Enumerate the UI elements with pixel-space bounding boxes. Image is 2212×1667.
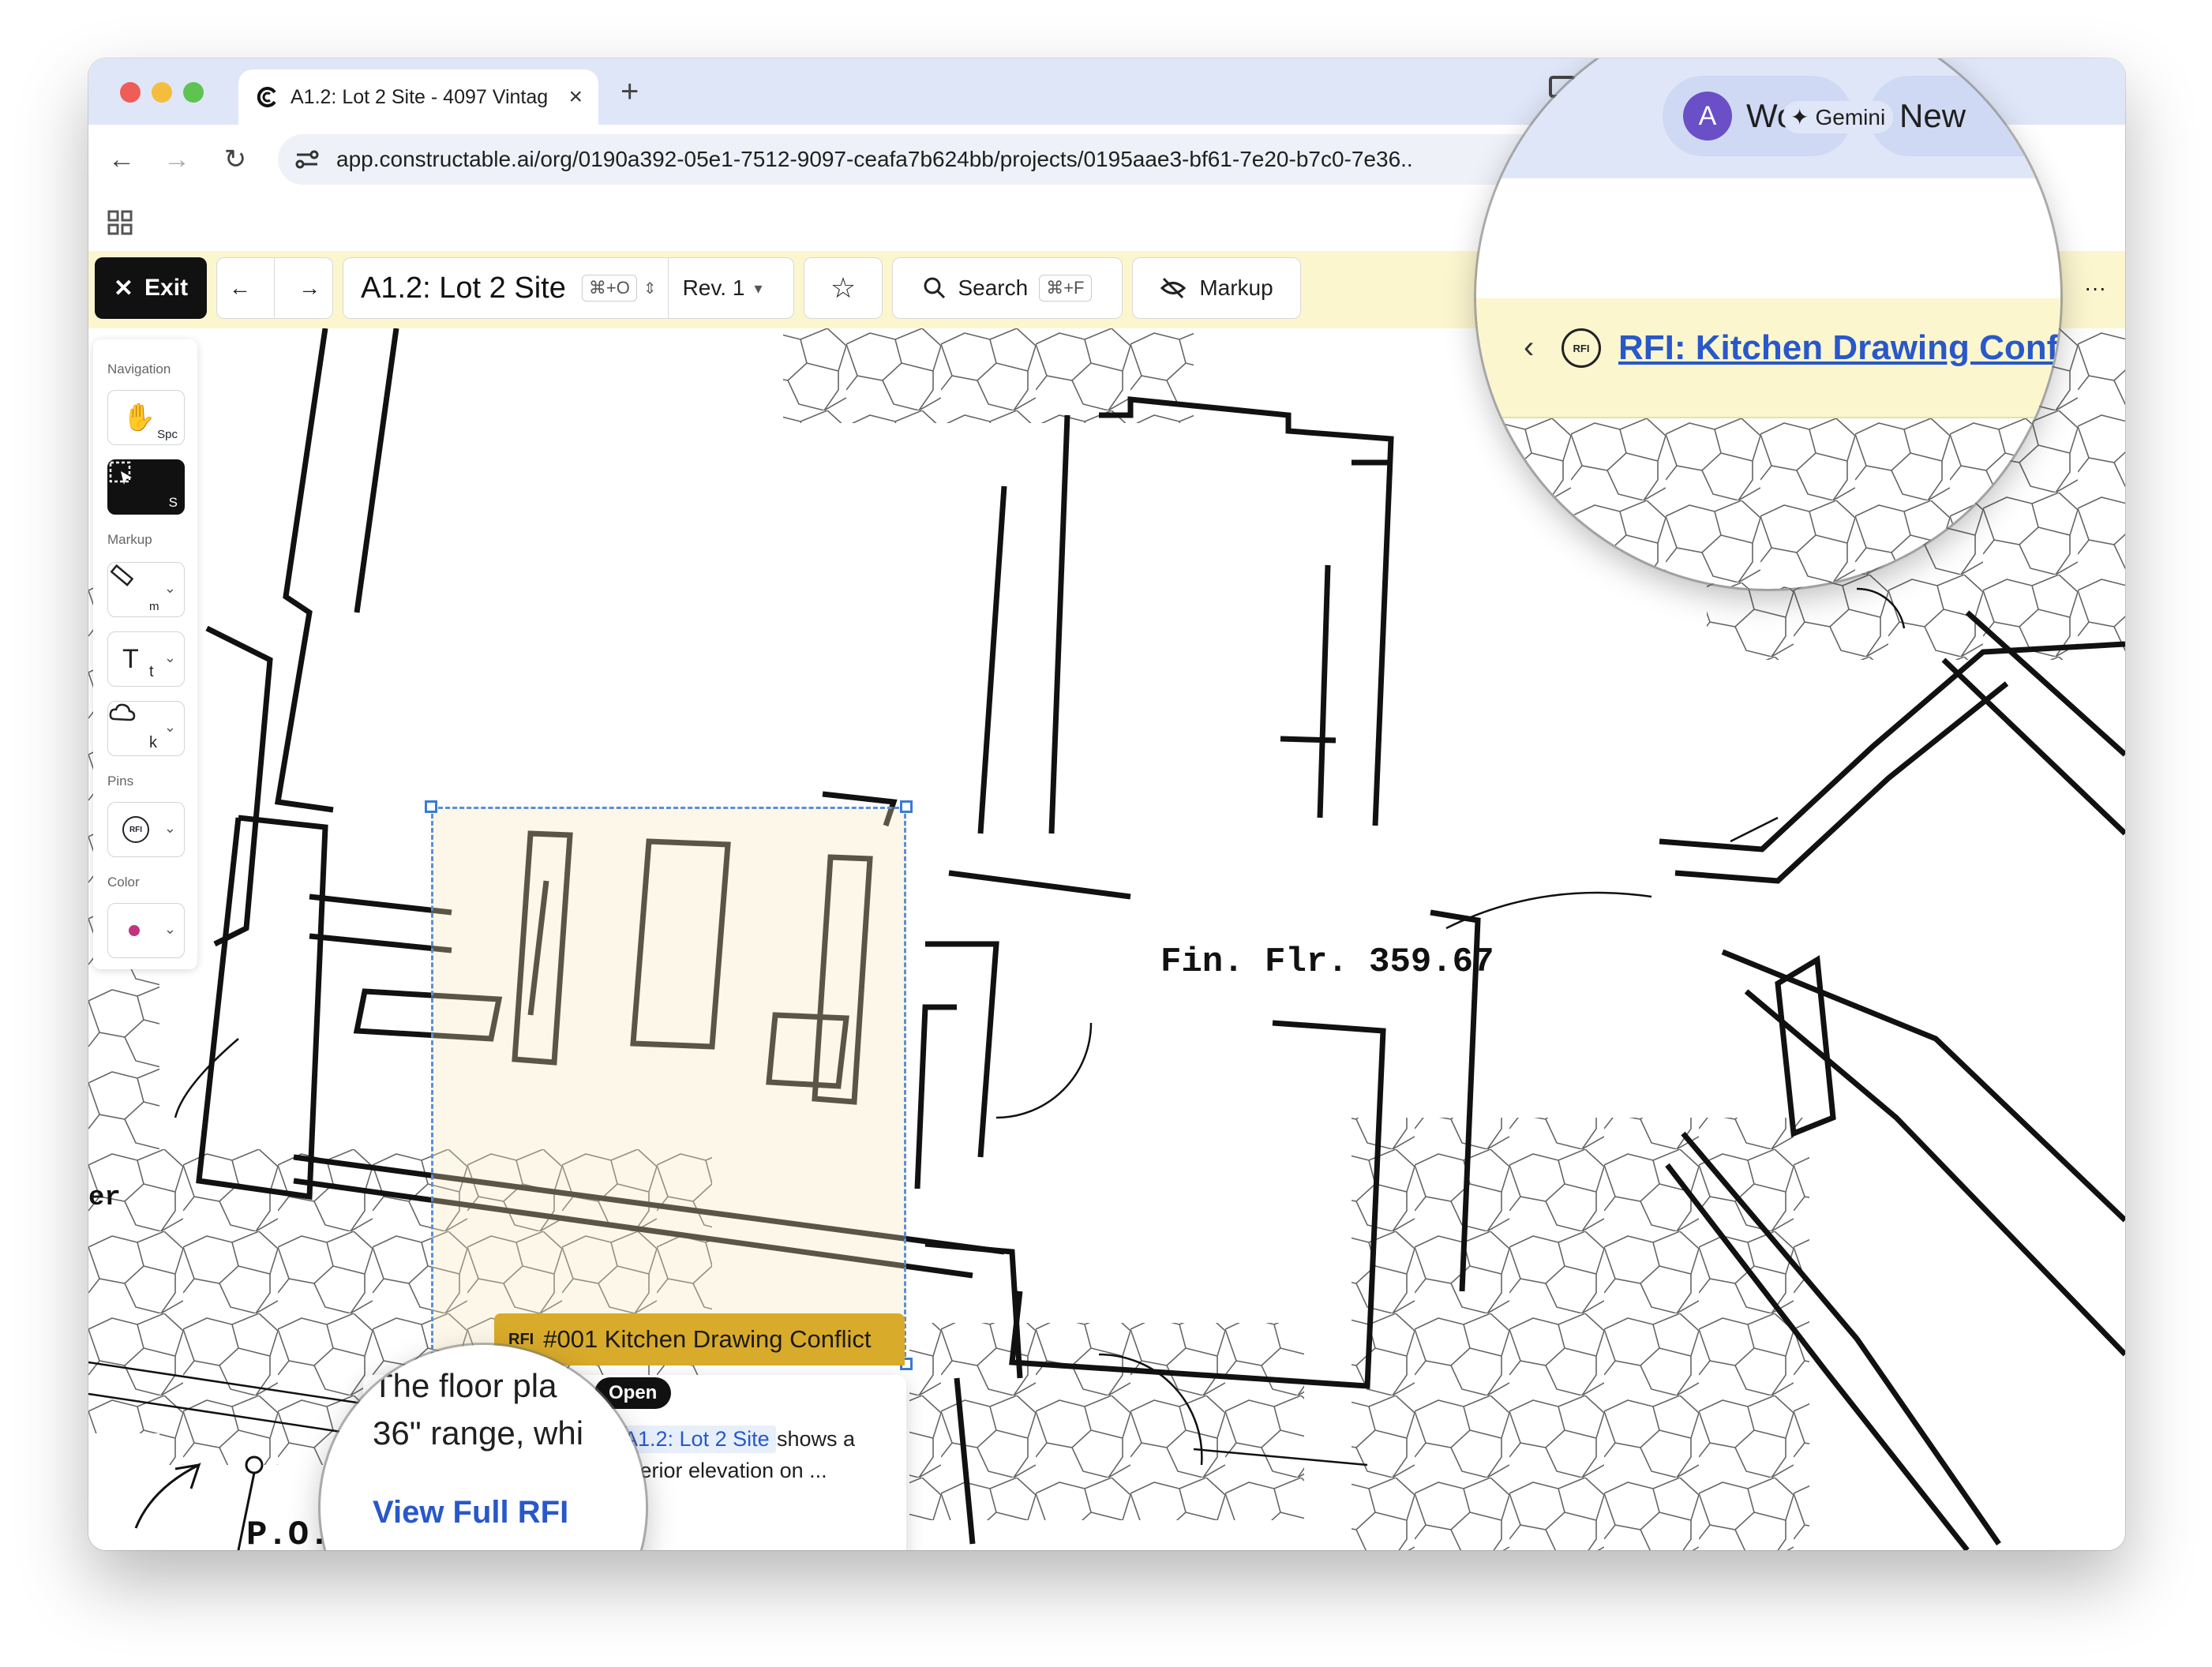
zoom-text-line1: The floor pla <box>373 1367 557 1404</box>
resize-handle[interactable] <box>425 800 437 813</box>
rfi-text-line3: interior elevation on ... <box>617 1459 827 1482</box>
forward-icon[interactable]: → <box>155 137 199 182</box>
browser-window: A1.2: Lot 2 Site - 4097 Vintag × + ← → ↻… <box>88 58 2125 1550</box>
sparkle-icon: ✦ <box>1790 105 1809 129</box>
revision-select[interactable]: Rev. 1 <box>683 275 745 301</box>
favorite-button[interactable]: ☆ <box>804 257 883 319</box>
ruler-icon <box>110 564 133 586</box>
color-swatch <box>129 925 140 936</box>
pins-section-label: Pins <box>107 774 134 789</box>
zoom-view-full-rfi[interactable]: View Full RFI <box>373 1495 568 1530</box>
pan-shortcut: Spc <box>157 428 178 441</box>
magnified-pavers <box>1476 418 2060 589</box>
rfi-pin-button[interactable]: RFI ⌄ <box>107 802 185 857</box>
constructable-favicon-icon <box>257 87 276 107</box>
pan-tool-button[interactable]: ✋ Spc <box>107 390 185 445</box>
resize-handle[interactable] <box>900 800 913 813</box>
url-text: app.constructable.ai/org/0190a392-05e1-7… <box>336 147 1413 171</box>
search-icon <box>924 277 946 299</box>
magnifier-popup-zoom: The floor pla 36" range, whi View Full R… <box>321 1345 646 1550</box>
rfi-text-shows: shows a <box>777 1427 856 1451</box>
measure-tool-button[interactable]: m ⌄ <box>107 562 185 617</box>
text-icon: T <box>122 643 139 674</box>
tab-title: A1.2: Lot 2 Site - 4097 Vintag <box>291 85 549 108</box>
next-sheet-icon[interactable]: → <box>298 275 321 301</box>
markup-section-label: Markup <box>107 532 152 547</box>
browser-tab-active[interactable]: A1.2: Lot 2 Site - 4097 Vintag × <box>238 69 598 125</box>
apps-grid-icon[interactable] <box>107 210 133 235</box>
color-picker-button[interactable]: ⌄ <box>107 903 185 958</box>
site-settings-icon[interactable] <box>294 146 321 173</box>
sheet-shortcut: ⌘+O <box>581 275 637 302</box>
avatar: A <box>1683 92 1732 140</box>
partial-label: er <box>88 1183 121 1213</box>
cloud-tool-button[interactable]: k ⌄ <box>107 701 185 756</box>
new-button-label: New <box>1899 97 1966 134</box>
search-label: Search <box>958 275 1029 300</box>
rfi-badge-icon: RFI <box>1562 328 1601 368</box>
sheet-title: A1.2: Lot 2 Site <box>361 271 566 305</box>
rfi-selection-region[interactable] <box>431 807 906 1364</box>
updown-chevron-icon: ⇕ <box>643 279 657 298</box>
navigation-section-label: Navigation <box>107 361 171 376</box>
measure-shortcut: m <box>149 600 159 613</box>
rfi-pin-icon: RFI <box>122 816 149 843</box>
back-chevron-icon[interactable]: ‹ <box>1524 330 1534 365</box>
new-button[interactable]: New <box>1869 76 2060 156</box>
gemini-label: Gemini <box>1815 104 1886 129</box>
close-icon: ✕ <box>113 275 134 302</box>
floor-elevation-label: Fin. Flr. 359.67 <box>1160 942 1494 982</box>
maximize-window-button[interactable] <box>183 82 204 103</box>
reload-icon[interactable]: ↻ <box>213 137 257 182</box>
text-tool-button[interactable]: T t ⌄ <box>107 631 185 687</box>
exit-label: Exit <box>144 275 189 301</box>
tool-palette: Navigation ✋ Spc S Markup m ⌄ T t ⌄ k ⌄ … <box>93 339 197 969</box>
chevron-down-icon[interactable]: ⌄ <box>164 921 176 938</box>
select-shortcut: S <box>168 495 178 510</box>
close-window-button[interactable] <box>120 82 141 103</box>
chevron-down-icon[interactable]: ⌄ <box>164 719 176 736</box>
gemini-button[interactable]: ✦ Gemini <box>1783 101 1894 133</box>
chevron-down-icon[interactable]: ⌄ <box>164 580 176 597</box>
sheet-selector[interactable]: A1.2: Lot 2 Site ⌘+O ⇕ Rev. 1 ▾ <box>343 257 794 319</box>
markup-label: Markup <box>1199 275 1273 300</box>
chevron-down-icon[interactable]: ⌄ <box>164 820 176 837</box>
search-button[interactable]: Search ⌘+F <box>892 257 1123 319</box>
select-tool-button[interactable]: S <box>107 459 185 515</box>
more-options-button[interactable]: ··· <box>2071 257 2119 319</box>
chevron-down-icon: ▾ <box>754 279 763 298</box>
text-shortcut: t <box>149 663 154 680</box>
cloud-shortcut: k <box>149 734 157 751</box>
search-shortcut: ⌘+F <box>1039 275 1092 302</box>
sheet-history-nav: ← → <box>216 257 333 319</box>
exit-button[interactable]: ✕ Exit <box>95 257 207 319</box>
hand-icon: ✋ <box>122 403 156 433</box>
minimize-window-button[interactable] <box>152 82 172 103</box>
color-section-label: Color <box>107 875 140 890</box>
eye-off-icon <box>1160 277 1187 299</box>
omnibox[interactable]: app.constructable.ai/org/0190a392-05e1-7… <box>278 134 1644 185</box>
chevron-down-icon[interactable]: ⌄ <box>164 650 176 666</box>
star-icon: ☆ <box>830 272 857 304</box>
tab-close-icon[interactable]: × <box>568 84 583 111</box>
cloud-icon <box>109 703 136 721</box>
markup-toggle-button[interactable]: Markup <box>1132 257 1301 319</box>
rfi-link[interactable]: RFI: Kitchen Drawing Conflict <box>1618 328 2060 368</box>
new-tab-button[interactable]: + <box>620 74 639 110</box>
magnifier-toolbar-zoom: A Work New ‹ RFI RFI: Kitchen Drawing Co… <box>1476 58 2060 589</box>
selection-icon <box>109 461 132 485</box>
back-icon[interactable]: ← <box>99 137 144 182</box>
previous-sheet-icon[interactable]: ← <box>229 275 251 301</box>
zoom-text-line2: 36" range, whi <box>373 1414 584 1452</box>
